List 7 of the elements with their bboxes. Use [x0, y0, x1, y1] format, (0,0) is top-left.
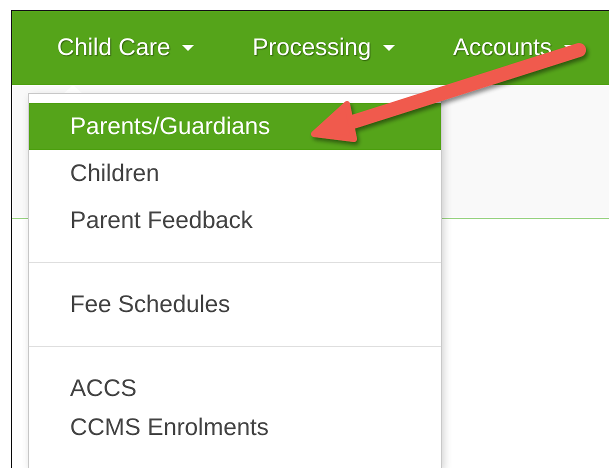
caret-icon: [182, 45, 194, 51]
menu-item[interactable]: CCMS Enrolments: [29, 412, 441, 450]
caret-icon: [383, 45, 396, 51]
menu-item[interactable]: Parent Feedback: [29, 197, 441, 244]
menu-item[interactable]: Children: [29, 150, 441, 197]
menu-item[interactable]: ACCS: [29, 365, 441, 412]
menu-item[interactable]: Fee Schedules: [29, 281, 441, 328]
